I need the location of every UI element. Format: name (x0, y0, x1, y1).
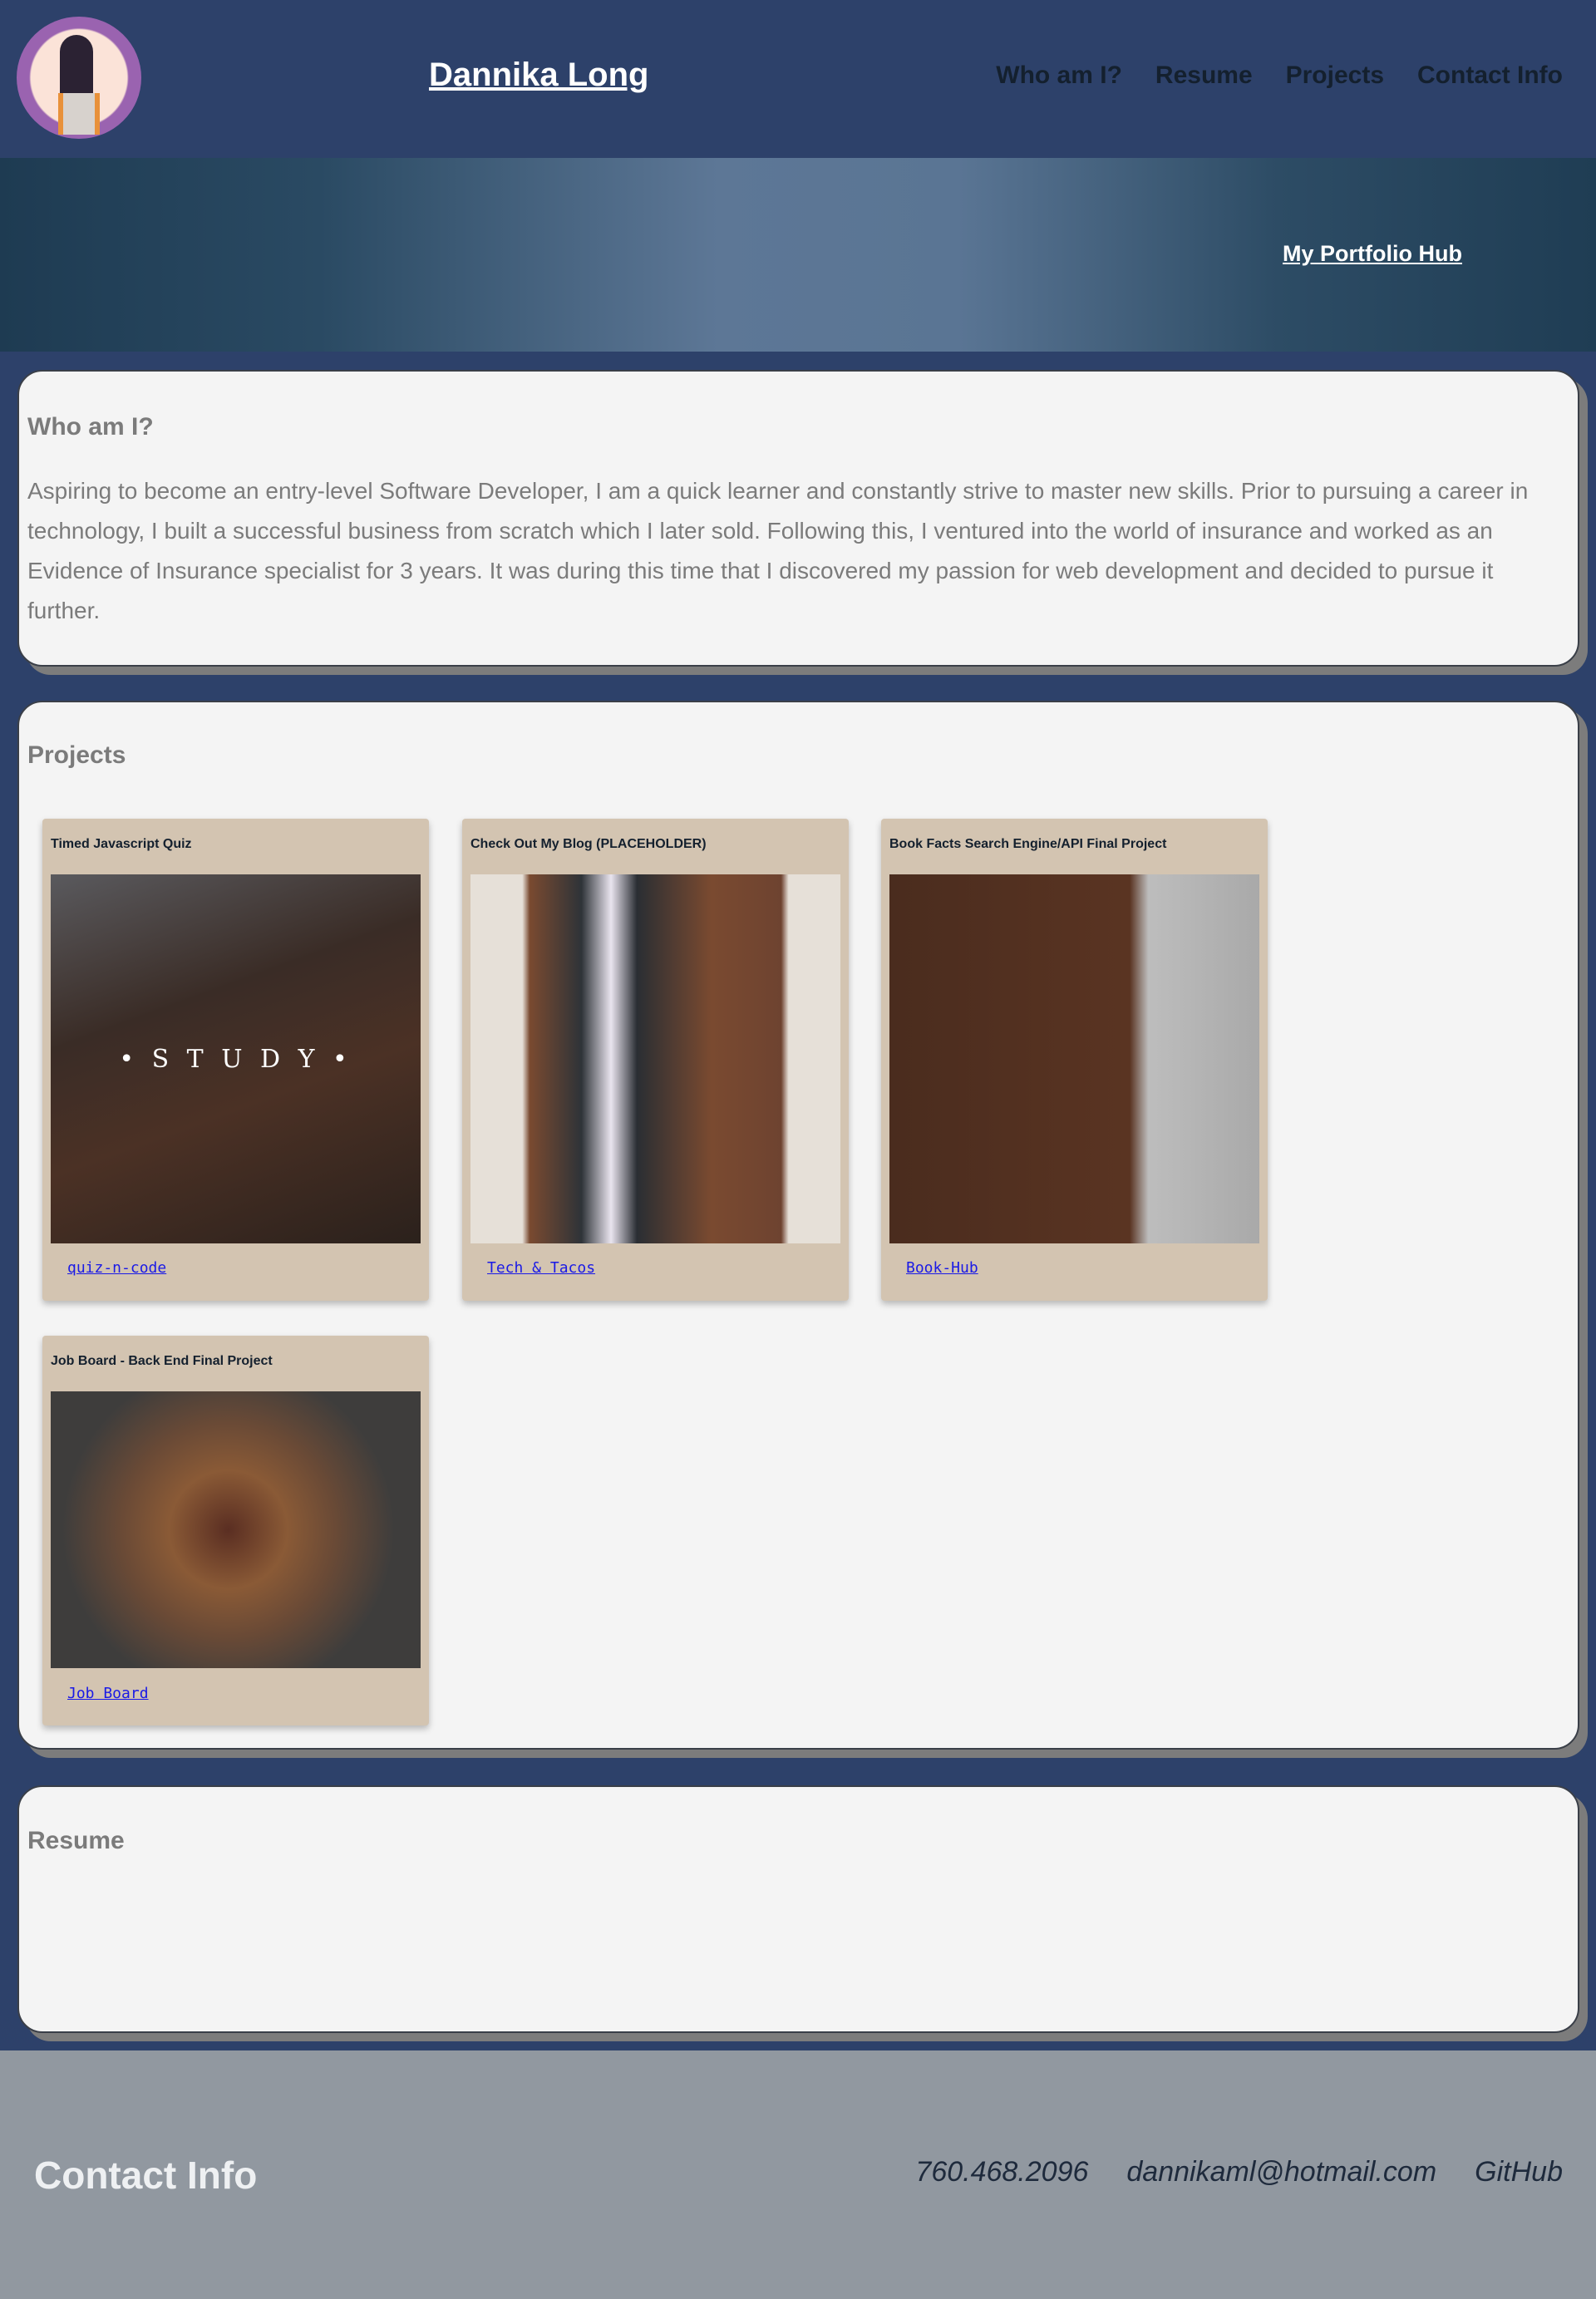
project-image (889, 874, 1259, 1243)
project-link[interactable]: quiz-n-code (67, 1259, 166, 1277)
project-image (51, 1391, 421, 1668)
email-link[interactable]: dannikaml@hotmail.com (1126, 2156, 1436, 2188)
project-title: Check Out My Blog (PLACEHOLDER) (470, 837, 707, 851)
avatar-logo[interactable] (17, 17, 141, 139)
nav-who-am-i[interactable]: Who am I? (996, 62, 1122, 90)
project-card: Timed Javascript Quiz • S T U D Y • quiz… (42, 819, 429, 1301)
main-nav: Who am I? Resume Projects Contact Info (996, 62, 1563, 90)
project-image: • S T U D Y • (51, 874, 421, 1243)
phone-link[interactable]: 760.468.2096 (915, 2156, 1088, 2188)
projects-section: Projects Timed Javascript Quiz • S T U D… (17, 701, 1579, 1750)
project-title: Job Board - Back End Final Project (51, 1354, 273, 1368)
nav-contact-info[interactable]: Contact Info (1417, 62, 1563, 90)
project-image (470, 874, 840, 1243)
project-card: Book Facts Search Engine/API Final Proje… (881, 819, 1268, 1301)
resume-section: Resume (17, 1785, 1579, 2033)
projects-heading: Projects (27, 741, 126, 769)
nav-resume[interactable]: Resume (1155, 62, 1253, 90)
github-link[interactable]: GitHub (1475, 2156, 1563, 2188)
project-link[interactable]: Book-Hub (906, 1259, 978, 1277)
project-card: Job Board - Back End Final Project Job B… (42, 1336, 429, 1725)
project-link[interactable]: Tech & Tacos (487, 1259, 595, 1277)
site-title-link[interactable]: Dannika Long (429, 57, 648, 94)
nav-projects[interactable]: Projects (1286, 62, 1384, 90)
about-text: Aspiring to become an entry-level Softwa… (27, 478, 1529, 623)
avatar-laptop (58, 93, 100, 135)
portfolio-hub-link[interactable]: My Portfolio Hub (1283, 241, 1462, 267)
study-image-text: • S T U D Y • (119, 1044, 352, 1074)
project-title: Book Facts Search Engine/API Final Proje… (889, 837, 1167, 851)
contact-list: 760.468.2096 dannikaml@hotmail.com GitHu… (915, 2156, 1563, 2188)
project-title: Timed Javascript Quiz (51, 837, 192, 851)
project-card: Check Out My Blog (PLACEHOLDER) Tech & T… (462, 819, 849, 1301)
avatar-hair (60, 35, 93, 101)
resume-heading: Resume (27, 1827, 125, 1854)
about-heading: Who am I? (27, 413, 154, 441)
project-link[interactable]: Job Board (67, 1685, 149, 1702)
about-section: Who am I? Aspiring to become an entry-le… (17, 370, 1579, 667)
footer: Contact Info 760.468.2096 dannikaml@hotm… (0, 2050, 1596, 2299)
contact-heading: Contact Info (34, 2154, 258, 2197)
hero-banner: My Portfolio Hub (0, 158, 1596, 352)
site-header: Dannika Long Who am I? Resume Projects C… (0, 0, 1596, 158)
